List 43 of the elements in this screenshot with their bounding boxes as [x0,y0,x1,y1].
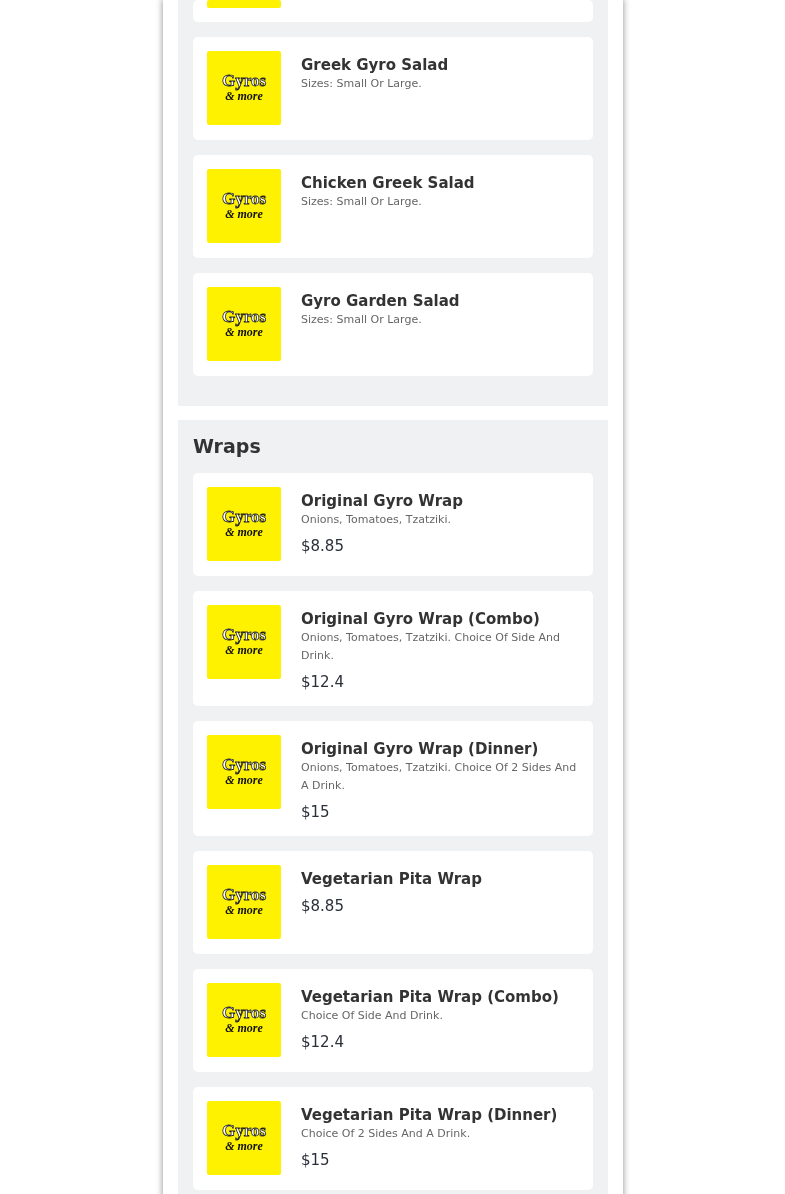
menu-card[interactable]: Gyros & more Original Gyro Wrap (Combo) Onions, Tomatoes, Tzatziki. Choice Of Side And Drink. $12.4 [193,591,593,706]
logo-wordmark: Gyros [221,885,267,903]
logo-wordmark: Gyros [221,755,267,773]
item-name: Gyro Garden Salad [301,291,460,311]
item-name: Original Gyro Wrap (Combo) [301,609,541,629]
menu-card[interactable]: Gyros & more Gyro Garden Salad Sizes: Small Or Large. [193,273,593,376]
logo-wordmark: Gyros [221,1003,267,1021]
logo-wordmark: Gyros [221,307,267,325]
logo-wordmark: Gyros [221,189,267,207]
logo-wordmark: Gyros [221,507,267,525]
item-price: $12.4 [301,1032,345,1052]
item-description: Choice Of Side And Drink. [301,1008,444,1024]
menu-card[interactable] [193,0,593,22]
item-description: Choice Of 2 Sides And A Drink. [301,1126,472,1142]
item-name: Original Gyro Wrap [301,491,463,511]
logo-wordmark: Gyros [221,1121,267,1139]
item-price: $15 [301,802,331,822]
item-description: Sizes: Small Or Large. [301,312,423,328]
menu-card[interactable]: Gyros & more Original Gyro Wrap Onions, Tomatoes, Tzatziki. $8.85 [193,473,593,576]
item-description: Onions, Tomatoes, Tzatziki. Choice Of 2 Sides And A Drink. [301,760,578,794]
menu-card[interactable]: Gyros & more Vegetarian Pita Wrap (Combo) Choice Of Side And Drink. $12.4 [193,969,593,1072]
menu-card[interactable]: Gyros & more Chicken Greek Salad Sizes: Small Or Large. [193,155,593,258]
item-name: Greek Gyro Salad [301,55,449,75]
item-description: Onions, Tomatoes, Tzatziki. Choice Of Side And Drink. [301,630,562,664]
logo-wordmark: Gyros [221,625,267,643]
logo-wordmark: Gyros [221,71,267,89]
menu-card[interactable]: Gyros & more Greek Gyro Salad Sizes: Small Or Large. [193,37,593,140]
item-name: Vegetarian Pita Wrap [301,869,482,889]
item-name: Original Gyro Wrap (Dinner) [301,739,540,759]
menu-card[interactable]: Gyros & more Vegetarian Pita Wrap (Dinner) Choice Of 2 Sides And A Drink. $15 [193,1087,593,1190]
item-price: $8.85 [301,536,345,556]
item-price: $15 [301,1150,331,1170]
item-description: Onions, Tomatoes, Tzatziki. [301,512,452,528]
item-name: Chicken Greek Salad [301,173,475,193]
menu-card[interactable]: Gyros & more Vegetarian Pita Wrap $8.85 [193,851,593,954]
section-heading: Wraps [193,435,262,458]
item-description: Sizes: Small Or Large. [301,194,423,210]
item-description: Sizes: Small Or Large. [301,76,423,92]
menu-card[interactable]: Gyros & more Original Gyro Wrap (Dinner) Onions, Tomatoes, Tzatziki. Choice Of 2 Sides And A Drink. $15 [193,721,593,836]
item-name: Vegetarian Pita Wrap (Dinner) [301,1105,558,1125]
item-price: $12.4 [301,672,345,692]
item-price: $8.85 [301,896,345,916]
item-name: Vegetarian Pita Wrap (Combo) [301,987,559,1007]
